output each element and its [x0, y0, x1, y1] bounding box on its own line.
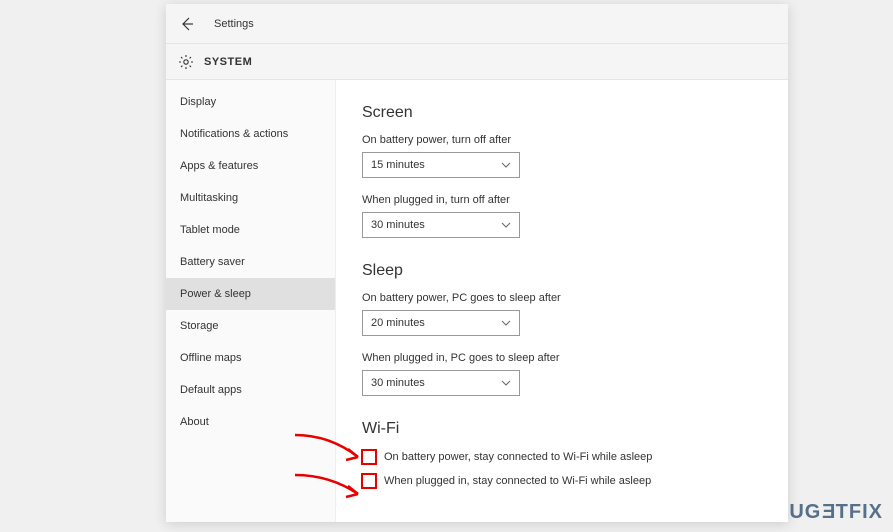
sidebar-item-tablet[interactable]: Tablet mode [166, 214, 335, 246]
sidebar-item-apps[interactable]: Apps & features [166, 150, 335, 182]
chevron-down-icon [501, 160, 511, 170]
sidebar: Display Notifications & actions Apps & f… [166, 80, 336, 522]
sidebar-item-label: Display [180, 96, 216, 108]
sleep-battery-dropdown[interactable]: 20 minutes [362, 310, 520, 336]
wifi-battery-checkbox-row[interactable]: On battery power, stay connected to Wi-F… [362, 450, 762, 464]
chevron-down-icon [501, 378, 511, 388]
sidebar-item-label: Tablet mode [180, 224, 240, 236]
window-title: Settings [214, 18, 254, 30]
sidebar-item-storage[interactable]: Storage [166, 310, 335, 342]
wifi-plugged-checkbox-row[interactable]: When plugged in, stay connected to Wi-Fi… [362, 474, 762, 488]
window-body: Display Notifications & actions Apps & f… [166, 80, 788, 522]
wifi-plugged-checkbox[interactable] [362, 474, 376, 488]
dropdown-value: 30 minutes [371, 219, 425, 231]
sidebar-item-offline-maps[interactable]: Offline maps [166, 342, 335, 374]
screen-battery-dropdown[interactable]: 15 minutes [362, 152, 520, 178]
sidebar-item-multitasking[interactable]: Multitasking [166, 182, 335, 214]
chevron-down-icon [501, 220, 511, 230]
window-header: Settings [166, 4, 788, 44]
sidebar-item-battery[interactable]: Battery saver [166, 246, 335, 278]
back-button[interactable] [178, 15, 196, 33]
sleep-section-title: Sleep [362, 262, 762, 280]
back-arrow-icon [179, 16, 195, 32]
sidebar-item-label: About [180, 416, 209, 428]
screen-plugged-label: When plugged in, turn off after [362, 194, 762, 206]
sidebar-item-default-apps[interactable]: Default apps [166, 374, 335, 406]
sidebar-item-display[interactable]: Display [166, 86, 335, 118]
settings-window: Settings SYSTEM Display Notifications & … [166, 4, 788, 522]
sidebar-item-power-sleep[interactable]: Power & sleep [166, 278, 335, 310]
sidebar-item-label: Multitasking [180, 192, 238, 204]
wifi-section-title: Wi-Fi [362, 420, 762, 438]
wifi-plugged-label: When plugged in, stay connected to Wi-Fi… [384, 475, 651, 487]
sidebar-item-notifications[interactable]: Notifications & actions [166, 118, 335, 150]
screen-section-title: Screen [362, 104, 762, 122]
section-header: SYSTEM [166, 44, 788, 80]
chevron-down-icon [501, 318, 511, 328]
sidebar-item-label: Power & sleep [180, 288, 251, 300]
dropdown-value: 15 minutes [371, 159, 425, 171]
sleep-plugged-label: When plugged in, PC goes to sleep after [362, 352, 762, 364]
sidebar-item-label: Notifications & actions [180, 128, 288, 140]
sleep-plugged-dropdown[interactable]: 30 minutes [362, 370, 520, 396]
content-pane: Screen On battery power, turn off after … [336, 80, 788, 522]
sidebar-item-label: Storage [180, 320, 219, 332]
dropdown-value: 20 minutes [371, 317, 425, 329]
sidebar-item-about[interactable]: About [166, 406, 335, 438]
wifi-battery-checkbox[interactable] [362, 450, 376, 464]
section-title: SYSTEM [204, 56, 252, 68]
sidebar-item-label: Battery saver [180, 256, 245, 268]
sidebar-item-label: Offline maps [180, 352, 242, 364]
watermark: UGETFIX [789, 501, 883, 524]
screen-plugged-dropdown[interactable]: 30 minutes [362, 212, 520, 238]
screen-battery-label: On battery power, turn off after [362, 134, 762, 146]
sidebar-item-label: Default apps [180, 384, 242, 396]
dropdown-value: 30 minutes [371, 377, 425, 389]
sleep-battery-label: On battery power, PC goes to sleep after [362, 292, 762, 304]
gear-icon [178, 54, 194, 70]
sidebar-item-label: Apps & features [180, 160, 258, 172]
wifi-battery-label: On battery power, stay connected to Wi-F… [384, 451, 652, 463]
